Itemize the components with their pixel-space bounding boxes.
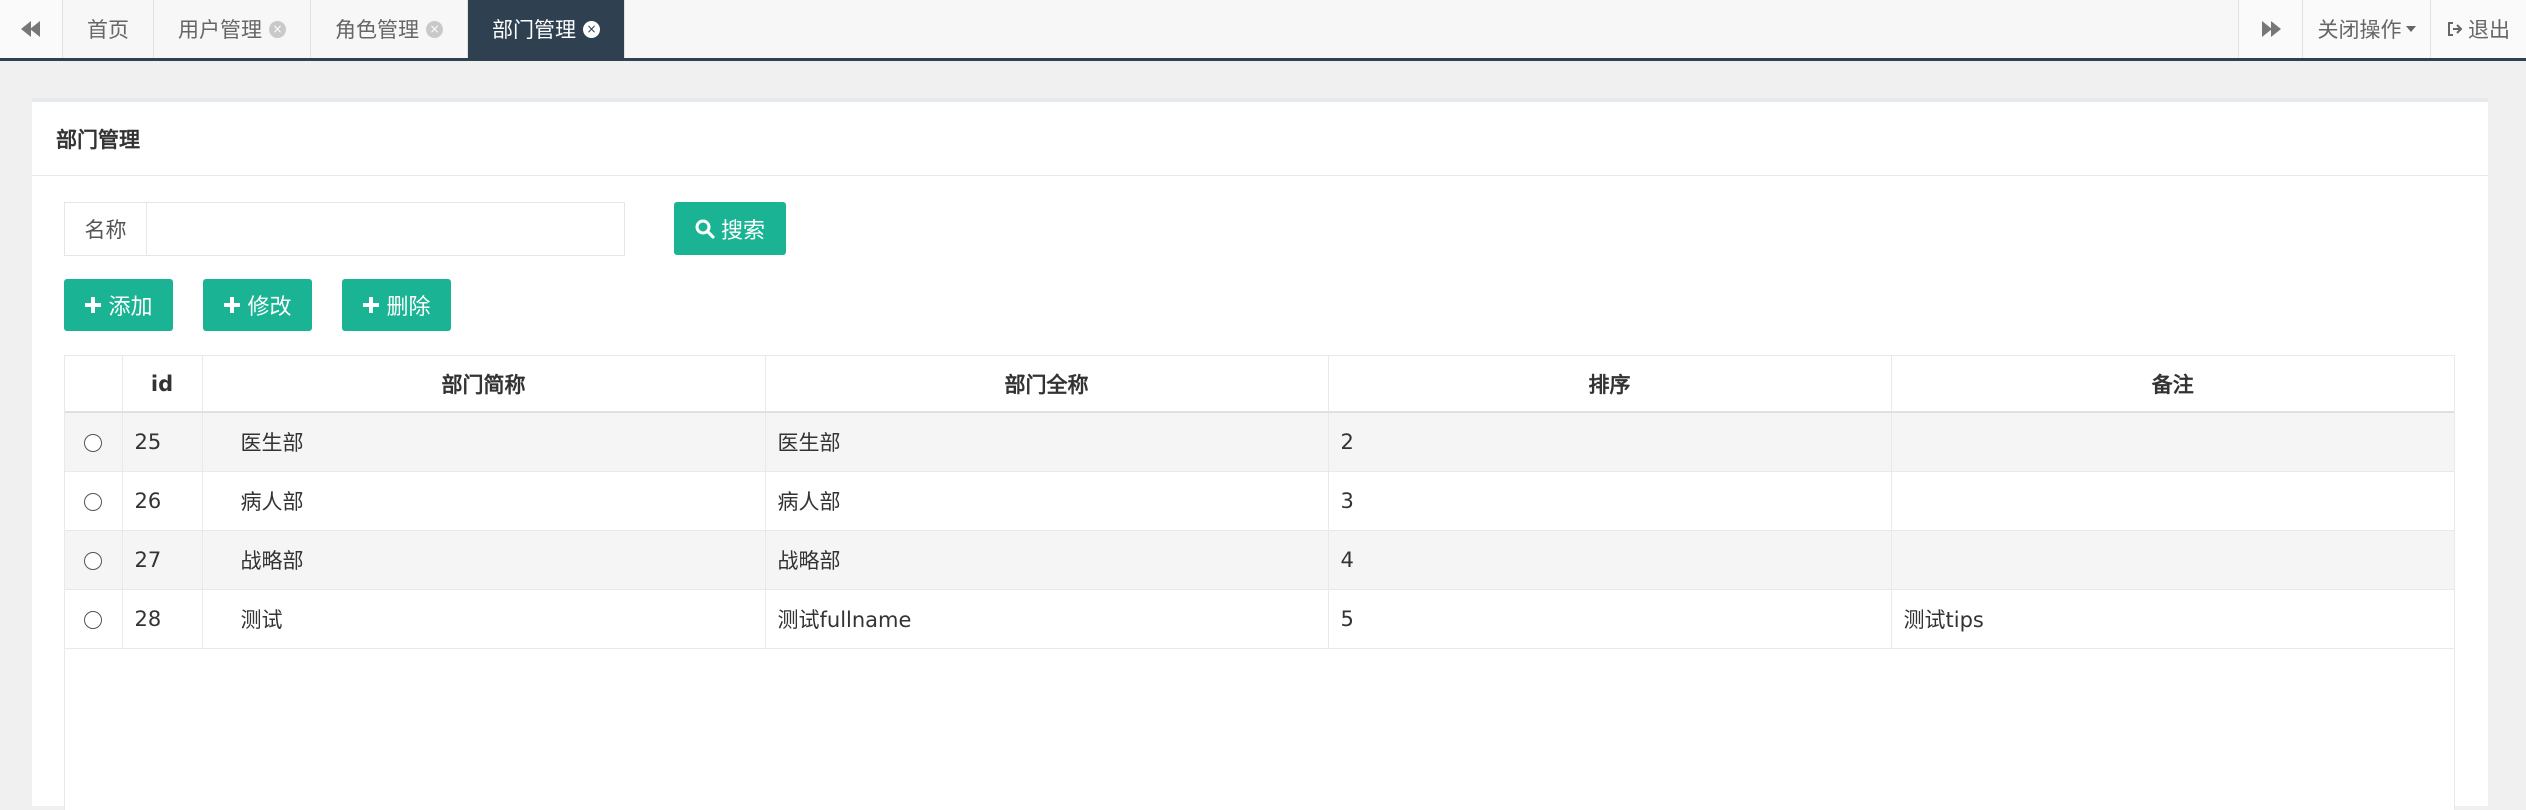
cell-short-name: 测试 — [202, 589, 766, 649]
tab-user-management[interactable]: 用户管理 × — [154, 0, 311, 58]
close-operations-dropdown[interactable]: 关闭操作 — [2302, 0, 2430, 58]
cell-full-name: 测试fullname — [765, 589, 1329, 649]
double-chevron-left-icon — [21, 21, 40, 37]
cell-full-name: 战略部 — [765, 530, 1329, 590]
column-header-note[interactable]: 备注 — [1891, 356, 2454, 413]
plus-icon — [363, 297, 380, 313]
name-search-input[interactable] — [146, 202, 625, 256]
table-header-row: id 部门简称 部门全称 排序 备注 — [65, 356, 2454, 413]
close-icon[interactable]: × — [269, 20, 286, 38]
cell-order: 2 — [1328, 412, 1892, 472]
edit-button-label: 修改 — [247, 295, 292, 320]
tab-label: 角色管理 — [335, 18, 419, 42]
column-header-id[interactable]: id — [122, 356, 203, 413]
table-row[interactable]: 27 战略部 战略部 4 — [65, 530, 2454, 590]
logout-button[interactable]: 退出 — [2430, 0, 2526, 58]
row-radio[interactable] — [84, 610, 103, 629]
tab-home[interactable]: 首页 — [63, 0, 154, 58]
table-row[interactable]: 28 测试 测试fullname 5 测试tips — [65, 589, 2454, 649]
delete-button-label: 删除 — [386, 295, 431, 320]
row-select-cell — [65, 530, 123, 590]
cell-short-name: 战略部 — [202, 530, 766, 590]
caret-down-icon — [2405, 26, 2416, 32]
cell-short-name: 医生部 — [202, 412, 766, 472]
row-select-cell — [65, 589, 123, 649]
tab-bar: 首页 用户管理 × 角色管理 × 部门管理 × 关闭操作 退出 — [0, 0, 2526, 61]
cell-id: 28 — [122, 589, 203, 649]
department-table: id 部门简称 部门全称 排序 备注 25 医生部 医生部 2 26 病人部 病… — [64, 355, 2455, 810]
row-radio[interactable] — [84, 492, 103, 511]
tab-label: 部门管理 — [492, 18, 576, 42]
name-field-label: 名称 — [64, 202, 146, 256]
close-icon[interactable]: × — [426, 20, 443, 38]
tab-department-management[interactable]: 部门管理 × — [468, 0, 625, 58]
tab-label: 首页 — [87, 18, 129, 42]
cell-full-name: 医生部 — [765, 412, 1329, 472]
scroll-tabs-left-button[interactable] — [0, 0, 63, 58]
cell-short-name: 病人部 — [202, 471, 766, 531]
close-icon[interactable]: × — [583, 20, 600, 38]
cell-id: 25 — [122, 412, 203, 472]
scroll-tabs-right-button[interactable] — [2238, 0, 2302, 58]
delete-button[interactable]: 删除 — [342, 279, 451, 331]
plus-icon — [85, 297, 102, 313]
column-header-short-name[interactable]: 部门简称 — [202, 356, 766, 413]
column-header-order[interactable]: 排序 — [1328, 356, 1892, 413]
cell-order: 4 — [1328, 530, 1892, 590]
table-row[interactable]: 25 医生部 医生部 2 — [65, 412, 2454, 472]
cell-id: 27 — [122, 530, 203, 590]
panel-title: 部门管理 — [32, 102, 2488, 176]
column-header-select — [65, 356, 123, 413]
cell-note: 测试tips — [1891, 589, 2454, 649]
logout-label: 退出 — [2468, 18, 2510, 42]
content-panel: 部门管理 名称 搜索 添加 修改 删除 id 部门简称 部门全称 排序 备注 2… — [32, 98, 2488, 810]
row-select-cell — [65, 471, 123, 531]
tab-label: 用户管理 — [178, 18, 262, 42]
column-header-full-name[interactable]: 部门全称 — [765, 356, 1329, 413]
plus-icon — [224, 297, 241, 313]
cell-note — [1891, 412, 2454, 472]
double-chevron-right-icon — [2261, 21, 2281, 37]
tab-role-management[interactable]: 角色管理 × — [311, 0, 468, 58]
cell-note — [1891, 471, 2454, 531]
sign-out-icon — [2448, 22, 2463, 36]
tab-tools: 关闭操作 退出 — [2238, 0, 2526, 58]
cell-note — [1891, 530, 2454, 590]
add-button[interactable]: 添加 — [64, 279, 173, 331]
search-group: 名称 — [64, 202, 625, 256]
close-operations-label: 关闭操作 — [2317, 18, 2402, 42]
search-icon — [695, 219, 715, 239]
table-row[interactable]: 26 病人部 病人部 3 — [65, 471, 2454, 531]
search-button-label: 搜索 — [720, 218, 765, 244]
edit-button[interactable]: 修改 — [203, 279, 312, 331]
add-button-label: 添加 — [108, 295, 153, 320]
search-button[interactable]: 搜索 — [674, 202, 786, 255]
cell-id: 26 — [122, 471, 203, 531]
tabs-list: 首页 用户管理 × 角色管理 × 部门管理 × — [63, 0, 625, 58]
cell-order: 5 — [1328, 589, 1892, 649]
row-radio[interactable] — [84, 433, 103, 452]
cell-full-name: 病人部 — [765, 471, 1329, 531]
cell-order: 3 — [1328, 471, 1892, 531]
row-select-cell — [65, 412, 123, 472]
row-radio[interactable] — [84, 551, 103, 570]
